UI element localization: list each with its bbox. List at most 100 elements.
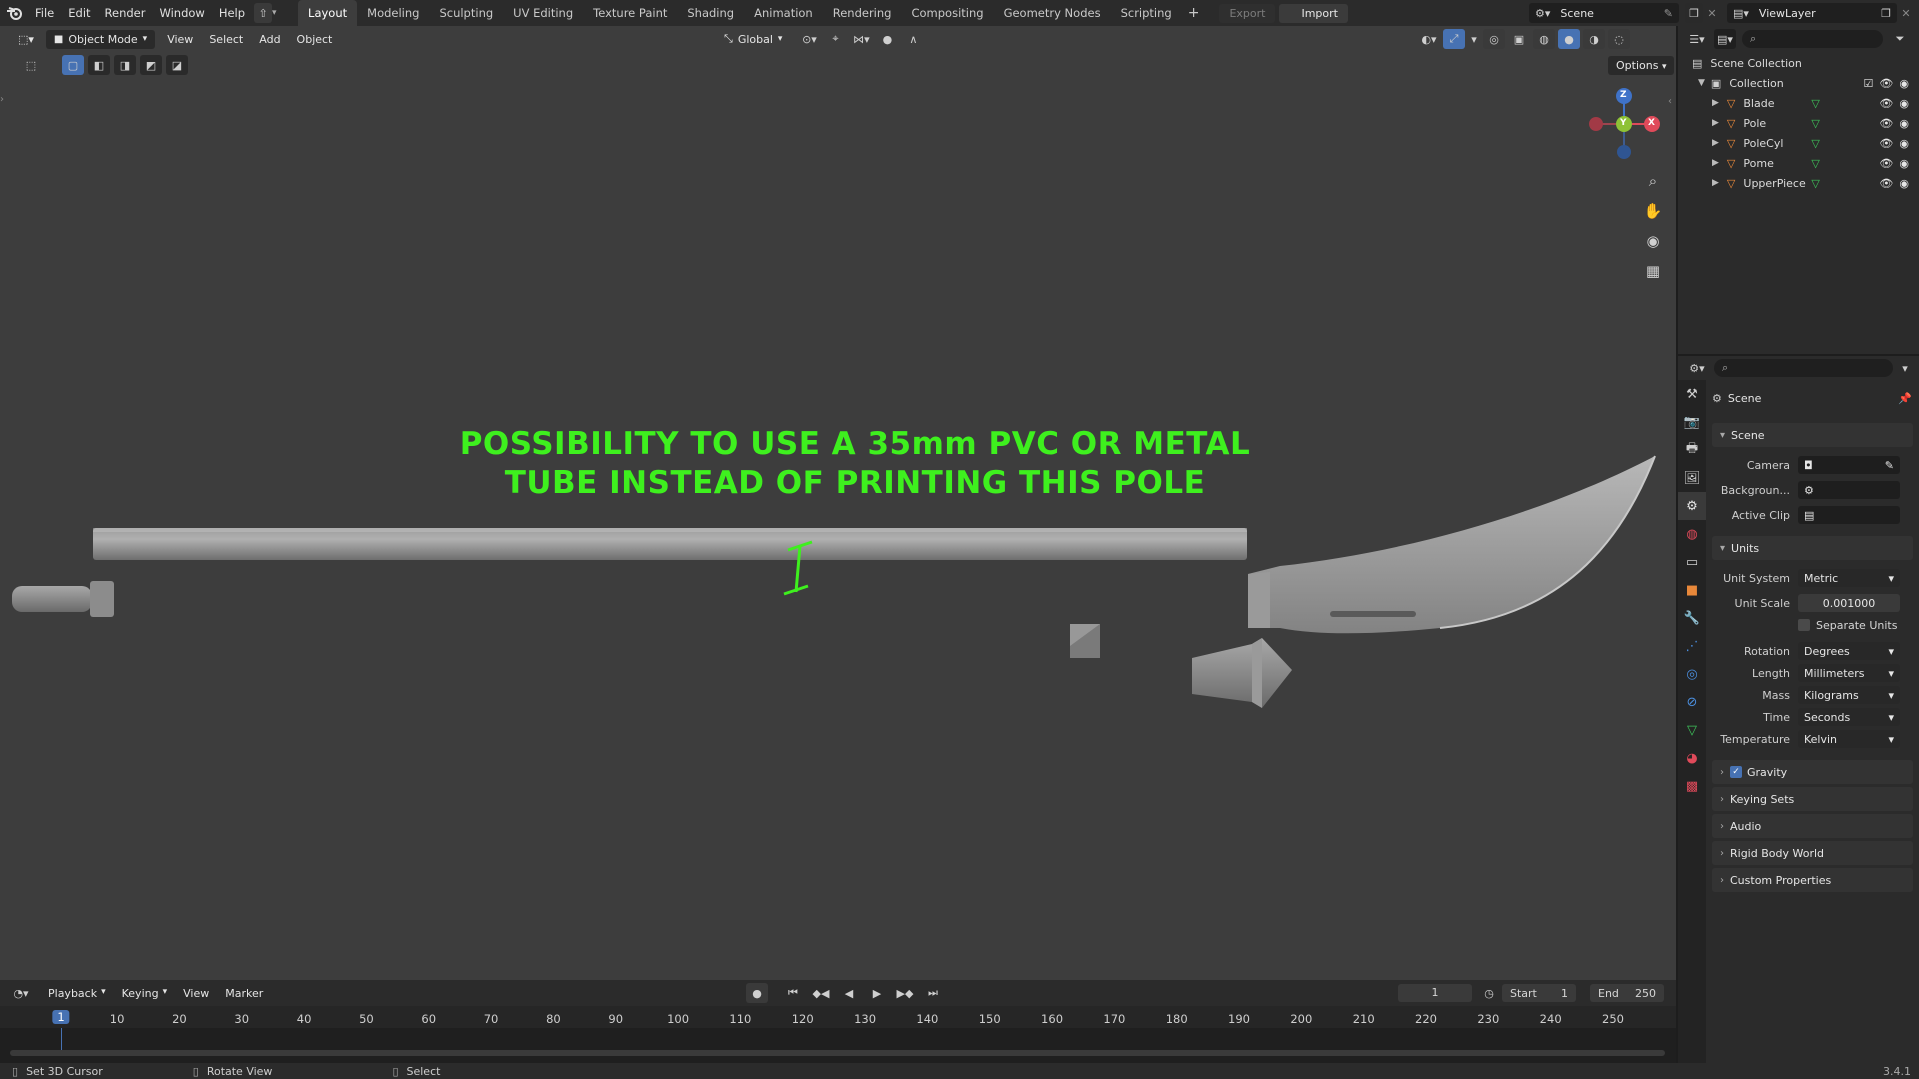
expand-icon[interactable]: ▶: [1712, 138, 1719, 148]
particles-tab-icon[interactable]: ⋰: [1678, 632, 1706, 660]
xray-icon[interactable]: ▣: [1508, 29, 1530, 49]
material-shading-icon[interactable]: ◑: [1583, 29, 1605, 49]
visibility-icon[interactable]: ◐▾: [1418, 29, 1440, 49]
collection-tab-icon[interactable]: ▭: [1678, 548, 1706, 576]
prev-keyframe-icon[interactable]: ◆◀: [810, 983, 832, 1003]
next-keyframe-icon[interactable]: ▶◆: [894, 983, 916, 1003]
properties-search-input[interactable]: ⌕: [1714, 359, 1893, 377]
output-tab-icon[interactable]: 🖶: [1678, 436, 1706, 464]
clock-icon[interactable]: ◷: [1478, 983, 1500, 1003]
extend-selection-icon[interactable]: ◧: [88, 55, 110, 75]
grid-icon[interactable]: ▦: [1640, 258, 1666, 284]
chevron-down-icon[interactable]: ▾: [1899, 358, 1911, 378]
length-select[interactable]: Millimeters ▾: [1798, 664, 1900, 682]
3d-viewport[interactable]: POSSIBILITY TO USE A 35mm PVC OR METAL T…: [0, 26, 1676, 980]
menu-edit[interactable]: Edit: [61, 6, 97, 20]
snap-icon[interactable]: ⌖: [824, 29, 846, 49]
menu-render[interactable]: Render: [98, 6, 153, 20]
texture-tab-icon[interactable]: ▩: [1678, 772, 1706, 800]
render-camera-icon[interactable]: ◉: [1899, 117, 1909, 130]
pin-icon[interactable]: 📌: [1898, 392, 1912, 405]
separate-units-checkbox[interactable]: Separate Units: [1798, 619, 1897, 632]
tab-scripting[interactable]: Scripting: [1111, 0, 1182, 26]
options-button[interactable]: Options ▾: [1608, 56, 1675, 75]
sidebar-toggle-icon[interactable]: ‹: [1668, 96, 1672, 107]
outliner-editor-icon[interactable]: ☰▾: [1686, 29, 1708, 49]
editor-type-button[interactable]: ⬚▾: [10, 30, 42, 49]
pivot-icon[interactable]: ⊙▾: [798, 29, 820, 49]
tab-animation[interactable]: Animation: [744, 0, 823, 26]
outliner-item-blade[interactable]: ▶ ▽ Blade ▽ 👁 ◉: [1678, 93, 1919, 113]
tab-layout[interactable]: Layout: [298, 0, 358, 26]
eye-icon[interactable]: 👁: [1879, 177, 1893, 190]
render-camera-icon[interactable]: ◉: [1899, 157, 1909, 170]
outliner-item-upperpiece[interactable]: ▶ ▽ UpperPiece ▽ 👁 ◉: [1678, 173, 1919, 193]
timeline-menu-marker[interactable]: Marker: [217, 987, 271, 1000]
eye-icon[interactable]: 👁: [1879, 77, 1893, 90]
keying-sets-panel-header[interactable]: › Keying Sets: [1712, 787, 1913, 811]
intersect-selection-icon[interactable]: ◪: [166, 55, 188, 75]
start-frame-field[interactable]: Start 1: [1502, 984, 1576, 1002]
wireframe-shading-icon[interactable]: ◍: [1533, 29, 1555, 49]
camera-field[interactable]: ◘ ✎: [1798, 456, 1900, 474]
mesh-data-icon[interactable]: ▽: [1811, 157, 1879, 170]
new-layer-icon[interactable]: ❐: [1881, 7, 1891, 20]
blender-logo-icon[interactable]: [0, 0, 28, 26]
outliner-item-polecyl[interactable]: ▶ ▽ PoleCyl ▽ 👁 ◉: [1678, 133, 1919, 153]
viewport-menu-view[interactable]: View: [159, 33, 201, 46]
invert-selection-icon[interactable]: ◩: [140, 55, 162, 75]
modifier-tab-icon[interactable]: 🔧: [1678, 604, 1706, 632]
material-tab-icon[interactable]: ◕: [1678, 744, 1706, 772]
pan-hand-icon[interactable]: ✋: [1640, 198, 1666, 224]
expand-icon[interactable]: ▶: [1712, 158, 1719, 168]
play-reverse-icon[interactable]: ◀: [838, 983, 860, 1003]
rendered-shading-icon[interactable]: ◌: [1608, 29, 1630, 49]
export-button[interactable]: Export: [1219, 3, 1276, 23]
render-camera-icon[interactable]: ◉: [1899, 177, 1909, 190]
tool-tab-icon[interactable]: ⚒: [1678, 380, 1706, 408]
current-frame-field[interactable]: 1: [1398, 984, 1472, 1002]
tab-sculpting[interactable]: Sculpting: [429, 0, 503, 26]
custom-properties-panel-header[interactable]: › Custom Properties: [1712, 868, 1913, 892]
toolbar-toggle-icon[interactable]: ›: [0, 94, 4, 105]
snap-target-icon[interactable]: ⋈▾: [850, 29, 872, 49]
mode-selector[interactable]: ■ Object Mode ▾: [45, 29, 156, 49]
jump-start-icon[interactable]: ⏮: [782, 983, 804, 1003]
scene-panel-header[interactable]: ▾ Scene: [1712, 423, 1913, 447]
select-box-tool-icon[interactable]: ⬚: [20, 55, 42, 75]
gravity-panel-header[interactable]: › ✓ Gravity: [1712, 760, 1913, 784]
add-workspace-button[interactable]: +: [1182, 0, 1206, 26]
import-button[interactable]: Import: [1279, 3, 1348, 23]
camera-icon[interactable]: ◉: [1640, 228, 1666, 254]
expand-icon[interactable]: ▼: [1698, 78, 1705, 88]
proportional-edit-icon[interactable]: ●: [876, 29, 898, 49]
checkbox-icon[interactable]: ☑: [1864, 77, 1874, 90]
timeline-menu-keying[interactable]: Keying ▾: [114, 987, 175, 1000]
chevron-down-icon[interactable]: ▾: [1468, 29, 1480, 49]
mesh-data-icon[interactable]: ▽: [1811, 117, 1879, 130]
data-tab-icon[interactable]: ▽: [1678, 716, 1706, 744]
rigid-body-panel-header[interactable]: › Rigid Body World: [1712, 841, 1913, 865]
viewport-menu-object[interactable]: Object: [289, 33, 341, 46]
scene-selector[interactable]: ⚙▾ Scene ✎: [1529, 3, 1679, 23]
gravity-checkbox-icon[interactable]: ✓: [1730, 766, 1742, 778]
object-tab-icon[interactable]: ■: [1678, 576, 1706, 604]
render-tab-icon[interactable]: 📷: [1678, 408, 1706, 436]
gizmo-toggle-icon[interactable]: ⤢: [1443, 29, 1465, 49]
tab-rendering[interactable]: Rendering: [823, 0, 902, 26]
time-select[interactable]: Seconds ▾: [1798, 708, 1900, 726]
view-layer-tab-icon[interactable]: 🖼: [1678, 464, 1706, 492]
unit-system-select[interactable]: Metric ▾: [1798, 569, 1900, 587]
unit-scale-field[interactable]: 0.001000: [1798, 594, 1900, 612]
timeline-area[interactable]: 1 10 20 30 40 50 60 70 80 90 100 110 120 130 140 150 160…: [0, 1006, 1676, 1063]
expand-icon[interactable]: ▶: [1712, 118, 1719, 128]
new-selection-icon[interactable]: ▢: [62, 55, 84, 75]
pin-icon[interactable]: ✎: [1664, 7, 1673, 20]
physics-tab-icon[interactable]: ◎: [1678, 660, 1706, 688]
menu-help[interactable]: Help: [212, 6, 252, 20]
tab-shading[interactable]: Shading: [677, 0, 744, 26]
tab-geometry-nodes[interactable]: Geometry Nodes: [994, 0, 1111, 26]
rotation-select[interactable]: Degrees ▾: [1798, 642, 1900, 660]
frame-ruler[interactable]: 1 10 20 30 40 50 60 70 80 90 100 110 120 130 140 150 160…: [0, 1006, 1676, 1028]
outliner-item-pole[interactable]: ▶ ▽ Pole ▽ 👁 ◉: [1678, 113, 1919, 133]
